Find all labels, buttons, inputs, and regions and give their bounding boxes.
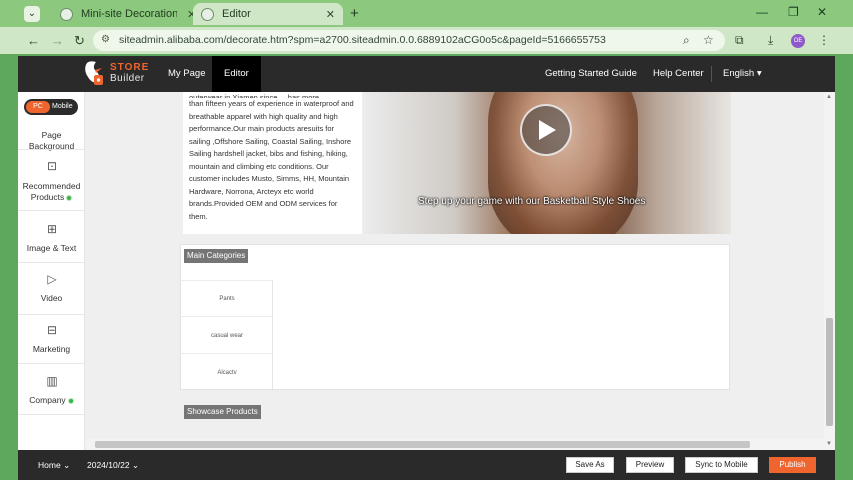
scroll-up-icon[interactable]: ▲	[826, 94, 832, 100]
app-header: STORE Builder My Page Editor Getting Sta…	[18, 56, 835, 92]
main-categories-block[interactable]: equipment Pants casual wear Alcactv	[180, 244, 730, 391]
intro-text: than fifteen years of experience in wate…	[189, 99, 354, 221]
tab-title: Editor	[222, 8, 251, 20]
screen: ⌄ Mini-site Decoration - Page Ma ✕ Edito…	[0, 0, 853, 480]
status-dot	[67, 397, 74, 404]
vertical-scroll-thumb[interactable]	[826, 318, 833, 426]
pc-mobile-toggle[interactable]: PC Mobile	[24, 99, 78, 115]
language-select[interactable]: English ▾	[723, 56, 762, 92]
panel-item-image-text[interactable]: Image & Text	[18, 243, 85, 254]
profile-avatar[interactable]: OE	[791, 34, 805, 48]
panel-divider	[18, 314, 85, 315]
header-divider	[711, 66, 712, 82]
double-chevron-down-icon: ⌄	[63, 460, 71, 470]
store-builder-logo-icon	[85, 61, 103, 85]
panel-divider	[18, 414, 85, 415]
page-name: Home	[38, 460, 61, 470]
publish-button[interactable]: Publish	[769, 457, 816, 473]
editor-canvas[interactable]: outerwear in Xiamen since ... has more t…	[85, 92, 824, 442]
video-icon: ▷	[47, 272, 57, 286]
video-caption: Step up your game with our Basketball St…	[418, 196, 646, 207]
site-info-icon[interactable]: ⚙	[101, 34, 110, 45]
logo-builder-text: Builder	[110, 73, 145, 84]
components-panel: PC Mobile Page Background ⊡ Recommended …	[18, 92, 85, 450]
getting-started-link[interactable]: Getting Started Guide	[545, 56, 637, 92]
category-item[interactable]: Alcactv	[181, 355, 273, 391]
more-menu-icon[interactable]: ⋮	[818, 33, 830, 47]
browser-tab-strip: ⌄ Mini-site Decoration - Page Ma ✕ Edito…	[0, 0, 853, 27]
page-selector[interactable]: Home ⌄	[38, 450, 70, 480]
browser-toolbar: ← → ↻ ⚙ siteadmin.alibaba.com/decorate.h…	[0, 27, 853, 54]
logo-store-text: STORE	[110, 62, 150, 73]
mobile-option[interactable]: Mobile	[52, 101, 73, 113]
help-center-link[interactable]: Help Center	[653, 56, 704, 92]
browser-tab-mini-site[interactable]: Mini-site Decoration - Page Ma ✕	[52, 3, 204, 25]
language-label: English	[723, 68, 755, 79]
category-divider	[272, 281, 273, 391]
download-icon[interactable]: ⤓	[768, 33, 773, 48]
scroll-down-icon[interactable]: ▼	[826, 441, 832, 447]
save-as-button[interactable]: Save As	[566, 457, 614, 473]
video-block[interactable]: Step up your game with our Basketball St…	[363, 92, 731, 234]
new-tab-icon[interactable]: +	[350, 5, 359, 22]
pc-option[interactable]: PC	[26, 101, 50, 113]
showcase-products-label[interactable]: Showcase Products	[184, 405, 261, 419]
version-selector[interactable]: 2024/10/22 ⌄	[87, 450, 139, 480]
preview-button[interactable]: Preview	[626, 457, 674, 473]
panel-item-recommended-products[interactable]: Recommended Products	[18, 181, 85, 203]
sync-to-mobile-button[interactable]: Sync to Mobile	[685, 457, 758, 473]
window-close-icon[interactable]: ✕	[817, 5, 827, 19]
caret-down-icon: ▾	[756, 68, 762, 79]
nav-editor[interactable]: Editor	[212, 56, 261, 92]
cart-icon: ⊡	[46, 159, 58, 173]
panel-item-company[interactable]: Company	[18, 395, 85, 406]
tab-title: Mini-site Decoration - Page Ma	[81, 8, 177, 20]
panel-item-label: Company	[29, 395, 66, 405]
category-list: equipment Pants casual wear Alcactv	[181, 245, 273, 391]
horizontal-scrollbar[interactable]	[85, 439, 824, 450]
company-icon: ▥	[46, 374, 58, 388]
browser-tab-editor[interactable]: Editor ✕	[193, 3, 343, 25]
minimize-icon[interactable]: —	[756, 5, 768, 19]
category-item[interactable]: casual wear	[181, 318, 273, 354]
panel-divider	[18, 363, 85, 364]
url-text: siteadmin.alibaba.com/decorate.htm?spm=a…	[119, 34, 606, 46]
marketing-icon: ⊟	[46, 323, 58, 337]
main-categories-label[interactable]: Main Categories	[184, 249, 249, 263]
forward-icon[interactable]: →	[51, 33, 64, 48]
bottom-toolbar: Home ⌄ 2024/10/22 ⌄ Save As Preview Sync…	[18, 450, 835, 480]
horizontal-scroll-thumb[interactable]	[95, 441, 750, 448]
intro-clipped-line: outerwear in Xiamen since ... has more	[189, 93, 320, 98]
play-icon	[539, 120, 556, 140]
version-date: 2024/10/22	[87, 460, 130, 470]
zoom-icon[interactable]: ⌕	[683, 33, 690, 48]
status-dot	[66, 194, 73, 201]
panel-item-video[interactable]: Video	[18, 293, 85, 304]
address-bar[interactable]: ⚙ siteadmin.alibaba.com/decorate.htm?spm…	[93, 30, 725, 51]
extensions-icon[interactable]: ⧉	[735, 33, 744, 48]
category-item[interactable]: Pants	[181, 281, 273, 317]
vertical-scrollbar[interactable]: ▲ ▼	[824, 92, 835, 450]
company-intro-block[interactable]: outerwear in Xiamen since ... has more t…	[183, 92, 362, 234]
nav-my-page[interactable]: My Page	[168, 56, 206, 92]
back-icon[interactable]: ←	[27, 33, 40, 48]
close-icon[interactable]: ✕	[326, 8, 335, 21]
globe-icon	[201, 7, 214, 21]
reload-icon[interactable]: ↻	[74, 33, 85, 49]
image-text-icon: ⊞	[46, 222, 58, 236]
panel-divider	[18, 262, 85, 263]
panel-divider	[18, 149, 85, 150]
globe-icon	[60, 7, 73, 21]
panel-item-marketing[interactable]: Marketing	[18, 344, 85, 355]
bookmark-star-icon[interactable]: ☆	[703, 33, 714, 47]
panel-divider	[18, 210, 85, 211]
double-chevron-down-icon: ⌄	[131, 460, 140, 470]
tab-search-chevron-icon[interactable]: ⌄	[24, 6, 40, 22]
restore-icon[interactable]: ❐	[788, 5, 799, 19]
